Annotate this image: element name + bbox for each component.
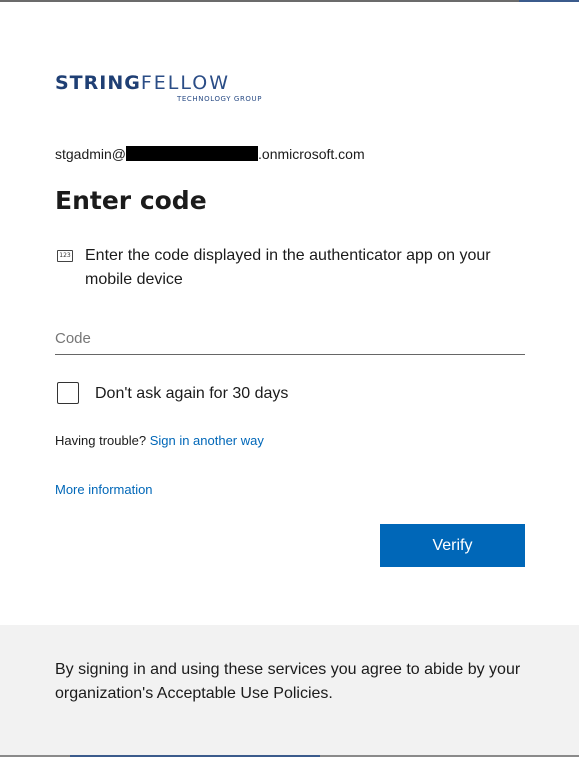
top-border xyxy=(0,0,579,2)
remember-label[interactable]: Don't ask again for 30 days xyxy=(95,383,288,405)
footer-notice: By signing in and using these services y… xyxy=(55,661,521,702)
logo-subtitle: TECHNOLOGY GROUP xyxy=(177,95,263,103)
logo-word-bold: STRING xyxy=(55,72,141,94)
account-suffix: .onmicrosoft.com xyxy=(258,146,365,162)
remember-checkbox-row[interactable]: Don't ask again for 30 days xyxy=(55,382,375,406)
123-keypad-icon: 123 xyxy=(57,250,73,262)
account-prefix: stgadmin@ xyxy=(55,146,127,162)
logo-word-thin: FELLOW xyxy=(140,72,231,94)
instruction-text: Enter the code displayed in the authenti… xyxy=(85,247,491,288)
logo-wordmark: STRINGFELLOW xyxy=(55,72,230,94)
account-identity: stgadmin@ .onmicrosoft.com xyxy=(55,144,365,164)
remember-checkbox[interactable] xyxy=(57,382,79,404)
redacted-block xyxy=(126,146,259,161)
page-title: Enter code xyxy=(55,186,207,215)
trouble-text: Having trouble? xyxy=(55,433,147,448)
bottom-border-accent xyxy=(70,755,320,757)
top-border-accent xyxy=(519,0,579,2)
company-logo: STRINGFELLOW TECHNOLOGY GROUP xyxy=(55,72,315,108)
more-information-link[interactable]: More information xyxy=(55,482,153,497)
footer-panel: By signing in and using these services y… xyxy=(0,625,579,755)
sign-in-page: STRINGFELLOW TECHNOLOGY GROUP stgadmin@.… xyxy=(0,0,579,761)
sign-in-another-way-link[interactable]: Sign in another way xyxy=(150,433,264,448)
code-input[interactable] xyxy=(55,322,525,355)
bottom-border xyxy=(0,755,579,761)
more-info-row: More information xyxy=(55,481,153,499)
verify-button[interactable]: Verify xyxy=(380,524,525,567)
trouble-row: Having trouble? Sign in another way xyxy=(55,432,264,450)
